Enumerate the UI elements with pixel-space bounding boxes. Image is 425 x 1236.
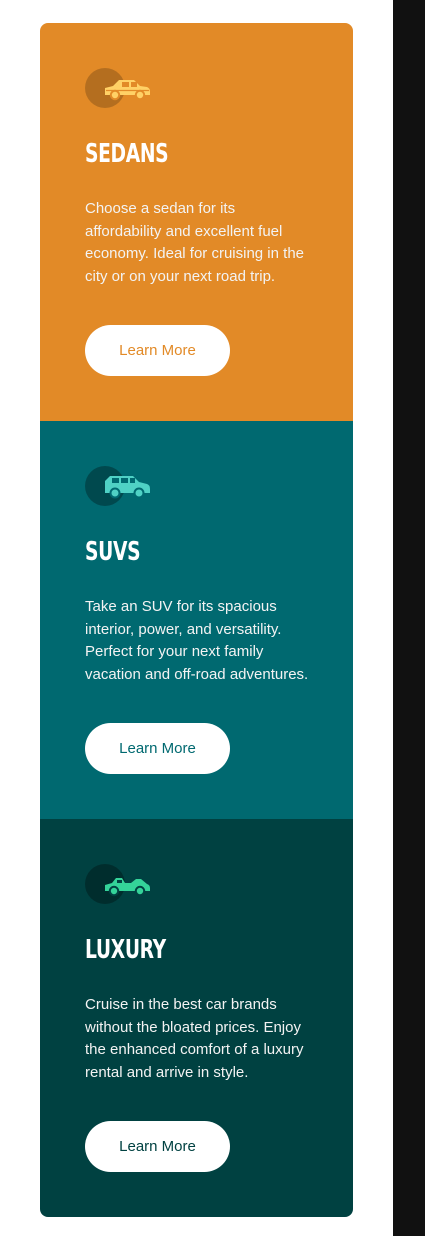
luxury-card: Luxury Cruise in the best car brands wit… — [40, 819, 353, 1217]
luxury-icon-badge — [85, 863, 155, 905]
luxury-learn-more-button[interactable]: Learn More — [85, 1121, 230, 1172]
suvs-description: Take an SUV for its spacious interior, p… — [85, 598, 309, 683]
sedan-icon-badge — [85, 67, 155, 109]
suv-icon-badge — [85, 465, 155, 507]
sedans-description: Choose a sedan for its affordability and… — [85, 200, 305, 285]
sedans-learn-more-button[interactable]: Learn More — [85, 325, 230, 376]
luxury-car-icon — [105, 878, 150, 897]
sedans-card: Sedans Choose a sedan for its affordabil… — [40, 23, 353, 421]
suvs-card: SUVs Take an SUV for its spacious interi… — [40, 421, 353, 819]
luxury-description: Cruise in the best car brands without th… — [85, 996, 304, 1081]
sedans-title: Sedans — [85, 139, 169, 169]
page-edge-strip — [393, 0, 425, 1236]
suv-car-icon — [105, 476, 150, 499]
sedan-car-icon — [105, 80, 150, 101]
car-category-cards: Sedans Choose a sedan for its affordabil… — [40, 23, 353, 1217]
suvs-title: SUVs — [85, 537, 141, 567]
luxury-title: Luxury — [85, 935, 166, 965]
suvs-learn-more-button[interactable]: Learn More — [85, 723, 230, 774]
